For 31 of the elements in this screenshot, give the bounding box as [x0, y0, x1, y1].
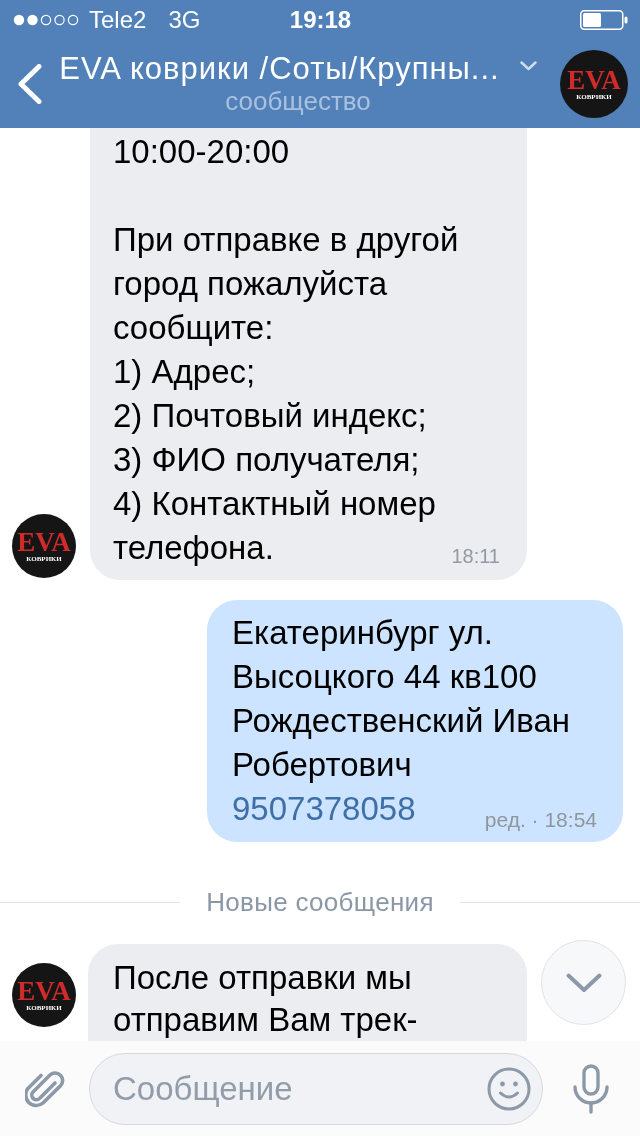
message-text: При отправке в другой город пожалуйста сообщите: — [113, 221, 459, 346]
phone-link[interactable]: 9507378058 — [232, 787, 416, 831]
message-text: 2) Почтовый индекс; — [113, 397, 427, 434]
message-input[interactable]: Сообщение — [89, 1052, 543, 1125]
logo-text: EVA — [17, 978, 71, 1003]
signal-strength-icon — [13, 14, 79, 26]
chat-title[interactable]: EVA коврики /Соты/Крупны... — [59, 52, 500, 86]
message-time: ред. · 18:54 — [484, 808, 597, 832]
logo-text: EVA — [17, 529, 71, 554]
chevron-left-icon — [18, 64, 42, 104]
clock-time: 19:18 — [289, 6, 352, 34]
carrier-name: Tele2 — [89, 6, 147, 34]
battery-icon — [580, 10, 628, 30]
new-messages-label: Новые сообщения — [206, 888, 434, 916]
back-button[interactable] — [16, 63, 44, 105]
chat-subtitle: сообщество — [225, 86, 371, 116]
microphone-icon — [572, 1063, 610, 1114]
message-text: После отправки мы отправим Вам трек- — [113, 959, 418, 1038]
message-text: 3) ФИО получателя; — [113, 441, 420, 478]
emoji-button[interactable] — [487, 1066, 531, 1111]
message-text: 4) Контактный номер телефона. — [113, 485, 436, 566]
network-type: 3G — [168, 6, 201, 34]
smiley-icon — [487, 1066, 531, 1111]
logo-text: EVA — [567, 67, 621, 92]
message-text: 10:00-20:00 — [113, 133, 290, 170]
chevron-down-icon — [565, 972, 602, 993]
message-text: Екатеринбург ул. Высоцкого 44 кв100 Рождественский Иван Робертович — [232, 614, 570, 783]
voice-button[interactable] — [572, 1063, 610, 1114]
chevron-down-icon[interactable] — [519, 61, 537, 71]
message-time: 18:11 — [451, 544, 500, 568]
message-text: 1) Адрес; — [113, 353, 256, 390]
